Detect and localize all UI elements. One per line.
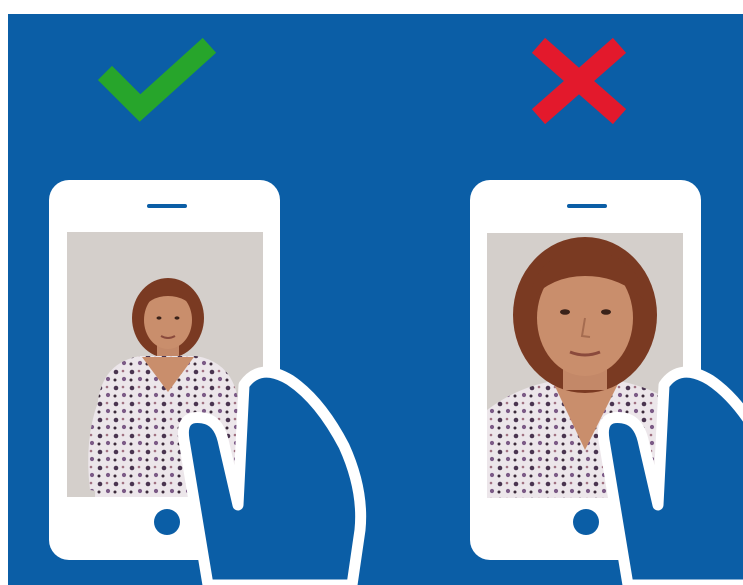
- phone-home-button: [573, 509, 599, 535]
- illustration-canvas: [8, 14, 743, 585]
- phone-speaker: [567, 204, 607, 208]
- phone-home-button: [154, 509, 180, 535]
- photo-framing-illustration: [0, 0, 743, 585]
- phone-speaker: [147, 204, 187, 208]
- photo-close-up: [487, 233, 683, 498]
- photo-half-body: [67, 232, 263, 497]
